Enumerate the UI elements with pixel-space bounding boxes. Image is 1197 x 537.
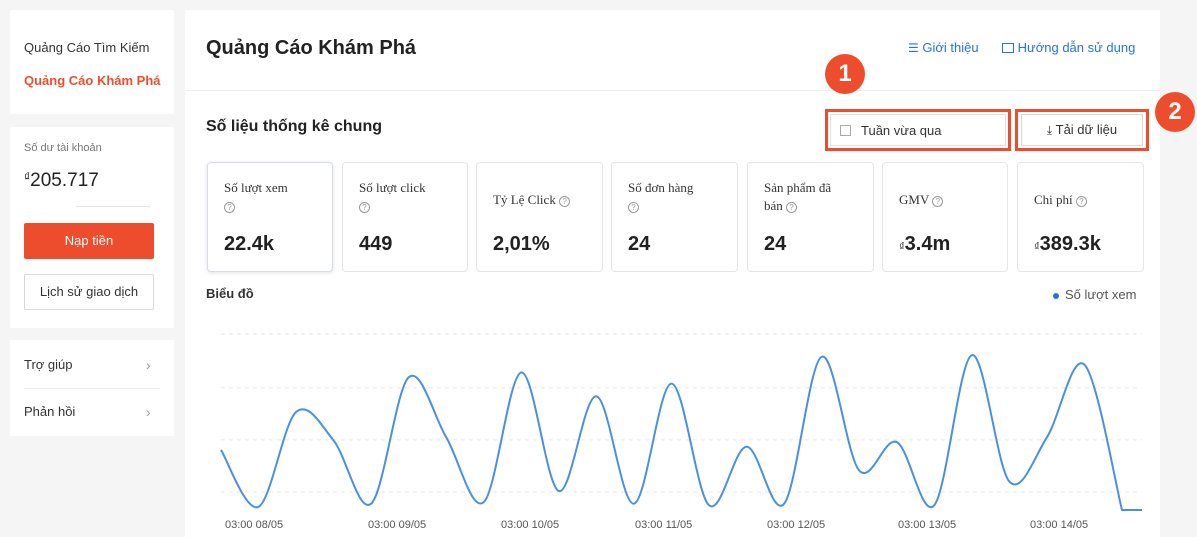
- kpi-card-views[interactable]: Số lượt xem? 22.4k: [207, 162, 333, 272]
- kpi-value: 449: [359, 233, 393, 255]
- kpi-value: ₫389.3k: [1034, 233, 1101, 255]
- help-icon: ?: [786, 201, 798, 213]
- kpi-value: 24: [628, 233, 651, 255]
- sidebar-nav-card: Quảng Cáo Tìm Kiếm Quảng Cáo Khám Phá: [10, 10, 174, 114]
- x-tick-label: 03:00 14/05: [1030, 519, 1088, 531]
- chart-title: Biểu đồ: [206, 286, 254, 301]
- balance-amount: 205.717: [30, 170, 99, 191]
- line-chart: 03:00 08/05 03:00 09/05 03:00 10/05 03:00 1…: [220, 333, 1142, 531]
- list-icon: ☰: [908, 41, 919, 55]
- calendar-icon: [840, 125, 851, 136]
- download-icon: ⤓: [1046, 123, 1053, 137]
- nav-item-discovery-ads[interactable]: Quảng Cáo Khám Phá: [24, 73, 161, 88]
- x-tick-label: 03:00 10/05: [501, 519, 559, 531]
- kpi-value: ₫3.4m: [899, 233, 951, 255]
- kpi-label: Chi phí ?: [1034, 191, 1087, 209]
- x-tick-label: 03:00 13/05: [898, 519, 956, 531]
- help-icon: ?: [1075, 195, 1087, 207]
- kpi-label: Số lượt xem?: [224, 180, 288, 213]
- kpi-card-gmv[interactable]: GMV ? ₫3.4m: [882, 162, 1008, 272]
- legend-dot-icon: [1053, 292, 1059, 299]
- kpi-card-ctr[interactable]: Tỷ Lệ Click ? 2,01%: [476, 162, 603, 272]
- x-axis-ticks: 03:00 08/05 03:00 09/05 03:00 10/05 03:00 1…: [225, 519, 1088, 531]
- intro-link[interactable]: ☰ Giới thiệu: [908, 40, 979, 55]
- chevron-right-icon: ›: [146, 357, 151, 373]
- balance-value: ₫205.717: [24, 170, 99, 192]
- chart-line-views: [220, 354, 1142, 511]
- chevron-right-icon: ›: [146, 404, 151, 420]
- transaction-history-button[interactable]: Lịch sử giao dịch: [24, 274, 154, 310]
- annotation-badge-1: 1: [825, 54, 865, 94]
- balance-label: Số dư tài khoản: [24, 142, 102, 154]
- x-tick-label: 03:00 08/05: [225, 519, 283, 531]
- kpi-label: Số lượt click?: [359, 180, 426, 213]
- date-range-value: Tuần vừa qua: [861, 123, 942, 138]
- main-panel: Quảng Cáo Khám Phá ☰ Giới thiệu Hướng dẫ…: [185, 10, 1160, 537]
- book-icon: [1002, 43, 1014, 53]
- kpi-value: 2,01%: [493, 233, 550, 255]
- help-icon: ?: [628, 201, 639, 213]
- chart-legend[interactable]: Số lượt xem: [1053, 287, 1136, 302]
- sidebar: Quảng Cáo Tìm Kiếm Quảng Cáo Khám Phá Số…: [0, 0, 185, 537]
- feedback-link[interactable]: Phản hồi: [24, 404, 75, 419]
- help-icon: ?: [224, 201, 235, 213]
- topup-button[interactable]: Nạp tiền: [24, 223, 154, 259]
- kpi-label: Sản phẩm đã bán ?: [764, 180, 832, 213]
- download-button-label: Tải dữ liệu: [1055, 122, 1118, 137]
- kpi-value: 22.4k: [224, 233, 275, 255]
- kpi-value: 24: [764, 233, 787, 255]
- annotation-badge-2: 2: [1155, 92, 1195, 132]
- kpi-card-items-sold[interactable]: Sản phẩm đã bán ? 24: [747, 162, 874, 272]
- stats-title: Số liệu thống kê chung: [206, 118, 382, 135]
- kpi-card-clicks[interactable]: Số lượt click? 449: [342, 162, 468, 272]
- balance-divider: [76, 206, 150, 207]
- balance-card: Số dư tài khoản ₫205.717 Nạp tiền Lịch s…: [10, 127, 174, 328]
- legend-label: Số lượt xem: [1065, 287, 1137, 302]
- kpi-label: Tỷ Lệ Click ?: [493, 191, 571, 209]
- page-title: Quảng Cáo Khám Phá: [206, 37, 417, 59]
- help-icon: ?: [932, 195, 944, 207]
- kpi-card-orders[interactable]: Số đơn hàng? 24: [611, 162, 738, 272]
- x-tick-label: 03:00 09/05: [368, 519, 426, 531]
- download-button[interactable]: ⤓ Tải dữ liệu: [1021, 114, 1143, 146]
- help-icon: ?: [559, 195, 571, 207]
- x-tick-label: 03:00 11/05: [635, 519, 692, 531]
- intro-link-label: Giới thiệu: [922, 40, 979, 55]
- help-card: Trợ giúp › Phản hồi ›: [10, 340, 174, 436]
- kpi-card-cost[interactable]: Chi phí ? ₫389.3k: [1017, 162, 1144, 272]
- help-divider: [24, 388, 160, 389]
- kpi-label: Số đơn hàng?: [628, 180, 694, 213]
- nav-item-search-ads[interactable]: Quảng Cáo Tìm Kiếm: [24, 40, 149, 55]
- header-divider: [185, 90, 1160, 91]
- date-range-picker[interactable]: Tuần vừa qua: [830, 114, 1006, 146]
- x-tick-label: 03:00 12/05: [767, 519, 825, 531]
- guide-link[interactable]: Hướng dẫn sử dụng: [1002, 40, 1135, 55]
- guide-link-label: Hướng dẫn sử dụng: [1017, 40, 1136, 55]
- help-icon: ?: [359, 201, 370, 213]
- help-link[interactable]: Trợ giúp: [24, 357, 73, 372]
- kpi-label: GMV ?: [899, 191, 944, 209]
